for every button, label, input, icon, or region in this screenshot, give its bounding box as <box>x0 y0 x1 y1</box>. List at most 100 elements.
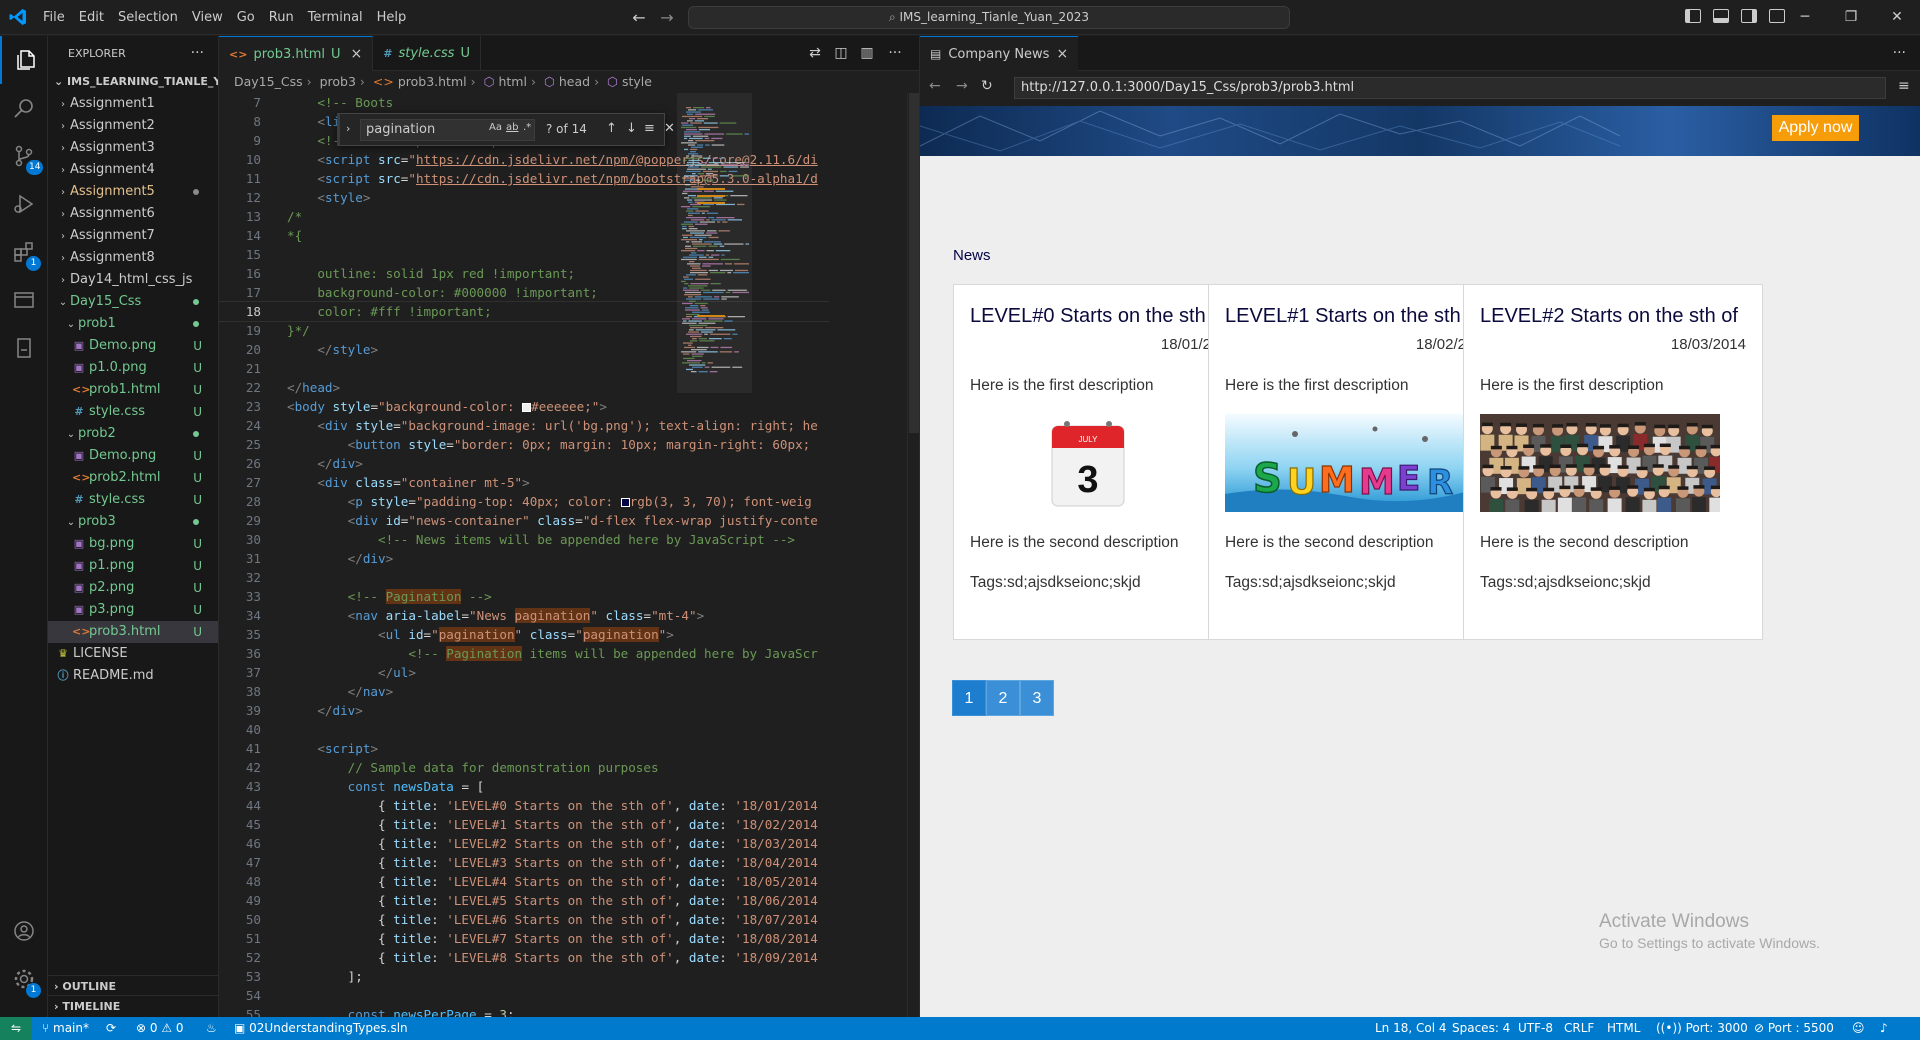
tree-file[interactable]: ▣ Demo.png U <box>48 445 218 467</box>
tree-folder[interactable]: › Assignment6 <box>48 203 218 225</box>
minimize-icon[interactable]: ─ <box>1794 6 1816 28</box>
forward-arrow-icon[interactable]: → <box>956 78 968 94</box>
tree-file[interactable]: ♛ LICENSE <box>48 643 218 665</box>
tree-file[interactable]: ▣ p3.png U <box>48 599 218 621</box>
more-actions-icon[interactable]: ··· <box>887 45 903 61</box>
next-match-icon[interactable]: ↓ <box>626 121 637 136</box>
remote-indicator-icon[interactable]: ⇋ <box>0 1017 32 1040</box>
branch-indicator[interactable]: ⑂ main* <box>42 1017 89 1040</box>
menu-icon[interactable]: ≡ <box>1898 78 1910 94</box>
close-window-icon[interactable]: ✕ <box>1886 6 1908 28</box>
tree-file[interactable]: ⓘ README.md <box>48 665 218 687</box>
tree-file[interactable]: <>prob1.html U <box>48 379 218 401</box>
tree-folder[interactable]: ⌄ Day15_Css <box>48 291 218 313</box>
accounts-status-icon[interactable]: ☺ <box>1852 1017 1865 1040</box>
page-button-2[interactable]: 2 <box>986 680 1020 716</box>
breadcrumb-item[interactable]: prob3 <box>320 74 356 89</box>
tree-file[interactable]: ▣ p2.png U <box>48 577 218 599</box>
line-ending[interactable]: CRLF <box>1564 1017 1594 1040</box>
testing-icon[interactable] <box>0 324 48 372</box>
extensions-icon[interactable]: 1 <box>0 228 48 276</box>
menu-file[interactable]: File <box>36 0 72 35</box>
live-server-port-3000[interactable]: ((•)) Port: 3000 <box>1656 1017 1748 1040</box>
sync-icon[interactable]: ⟳ <box>106 1017 116 1040</box>
tree-file[interactable]: ▣ p1.png U <box>48 555 218 577</box>
use-regex-icon[interactable]: .* <box>523 122 531 133</box>
tree-folder[interactable]: ⌄ prob1 <box>48 313 218 335</box>
tree-folder[interactable]: › Assignment3 <box>48 137 218 159</box>
close-tab-icon[interactable]: × <box>351 37 363 72</box>
language-mode[interactable]: HTML <box>1607 1017 1640 1040</box>
problems-indicator[interactable]: ⊗ 0 ⚠ 0 <box>136 1017 184 1040</box>
toggle-secondary-sidebar-icon[interactable] <box>1741 9 1757 23</box>
tree-folder[interactable]: › Assignment1 <box>48 93 218 115</box>
previous-match-icon[interactable]: ↑ <box>606 121 617 136</box>
toggle-replace-icon[interactable]: › <box>346 122 350 135</box>
more-actions-icon[interactable]: ··· <box>1893 36 1906 71</box>
encoding[interactable]: UTF-8 <box>1518 1017 1553 1040</box>
close-find-icon[interactable]: ✕ <box>664 121 675 136</box>
tree-folder[interactable]: › Assignment2 <box>48 115 218 137</box>
tree-folder[interactable]: › Day14_html_css_js <box>48 269 218 291</box>
notifications-bell-icon[interactable]: ♪ <box>1880 1017 1888 1040</box>
breadcrumb-item[interactable]: style <box>622 74 652 89</box>
tree-folder[interactable]: › Assignment4 <box>48 159 218 181</box>
menu-view[interactable]: View <box>185 0 230 35</box>
url-input[interactable]: http://127.0.0.1:3000/Day15_Css/prob3/pr… <box>1014 77 1886 99</box>
split-editor-icon[interactable]: ▥ <box>859 45 875 61</box>
menu-selection[interactable]: Selection <box>111 0 185 35</box>
open-changes-icon[interactable]: ⇄ <box>807 45 823 61</box>
explorer-icon[interactable] <box>0 36 48 84</box>
menu-terminal[interactable]: Terminal <box>301 0 370 35</box>
tree-file[interactable]: # style.css U <box>48 489 218 511</box>
back-arrow-icon[interactable]: ← <box>929 78 941 94</box>
cursor-position[interactable]: Ln 18, Col 4 <box>1375 1017 1447 1040</box>
page-button-1[interactable]: 1 <box>952 680 986 716</box>
close-tab-icon[interactable]: × <box>1056 37 1068 72</box>
source-control-icon[interactable]: 14 <box>0 132 48 180</box>
tree-file[interactable]: ▣ p1.0.png U <box>48 357 218 379</box>
search-icon[interactable] <box>0 84 48 132</box>
forward-arrow-icon[interactable]: → <box>658 9 676 27</box>
menu-run[interactable]: Run <box>262 0 301 35</box>
tree-file[interactable]: ▣ bg.png U <box>48 533 218 555</box>
breadcrumb-item[interactable]: head <box>559 74 590 89</box>
tree-folder[interactable]: › Assignment8 <box>48 247 218 269</box>
tree-file[interactable]: # style.css U <box>48 401 218 423</box>
restore-icon[interactable]: ❐ <box>1840 6 1862 28</box>
match-whole-word-icon[interactable]: ab <box>506 122 518 133</box>
accounts-icon[interactable] <box>0 907 48 955</box>
tab-prob3-html[interactable]: <> prob3.html U × <box>219 36 374 72</box>
tree-file[interactable]: <>prob2.html U <box>48 467 218 489</box>
tree-file[interactable]: <>prob3.html U <box>48 621 218 643</box>
breadcrumb-item[interactable]: html <box>498 74 526 89</box>
toggle-panel-icon[interactable] <box>1713 9 1729 23</box>
breadcrumb-item[interactable]: Day15_Css <box>234 74 303 89</box>
scrollbar-thumb[interactable] <box>909 93 919 433</box>
apply-now-button[interactable]: Apply now <box>1772 115 1859 141</box>
page-button-3[interactable]: 3 <box>1020 680 1054 716</box>
timeline-section[interactable]: › TIMELINE <box>48 995 218 1017</box>
toggle-primary-sidebar-icon[interactable] <box>1685 9 1701 23</box>
tree-folder[interactable]: › Assignment5 <box>48 181 218 203</box>
tab-style-css[interactable]: # style.css U <box>373 36 481 71</box>
manage-icon[interactable]: 1 <box>0 955 48 1003</box>
indentation[interactable]: Spaces: 4 <box>1452 1017 1510 1040</box>
customize-layout-icon[interactable] <box>1769 9 1785 23</box>
menu-edit[interactable]: Edit <box>72 0 111 35</box>
outline-section[interactable]: › OUTLINE <box>48 975 218 997</box>
menu-help[interactable]: Help <box>370 0 414 35</box>
find-in-selection-icon[interactable]: ≡ <box>644 121 655 136</box>
tab-company-news[interactable]: ▤ Company News × <box>920 36 1079 72</box>
more-actions-icon[interactable]: ··· <box>191 36 204 71</box>
back-arrow-icon[interactable]: ← <box>630 9 648 27</box>
tree-folder[interactable]: ⌄ prob2 <box>48 423 218 445</box>
command-center-search[interactable]: ⌕ IMS_learning_Tianle_Yuan_2023 <box>688 6 1290 29</box>
tree-folder[interactable]: › Assignment7 <box>48 225 218 247</box>
editor-scrollbar[interactable] <box>907 93 919 1017</box>
breadcrumb-item[interactable]: prob3.html <box>398 74 467 89</box>
menu-go[interactable]: Go <box>230 0 262 35</box>
tree-file[interactable]: ▣ Demo.png U <box>48 335 218 357</box>
remote-explorer-icon[interactable] <box>0 276 48 324</box>
workspace-root[interactable]: ⌄ IMS_LEARNING_TIANLE_Y... <box>48 71 218 93</box>
